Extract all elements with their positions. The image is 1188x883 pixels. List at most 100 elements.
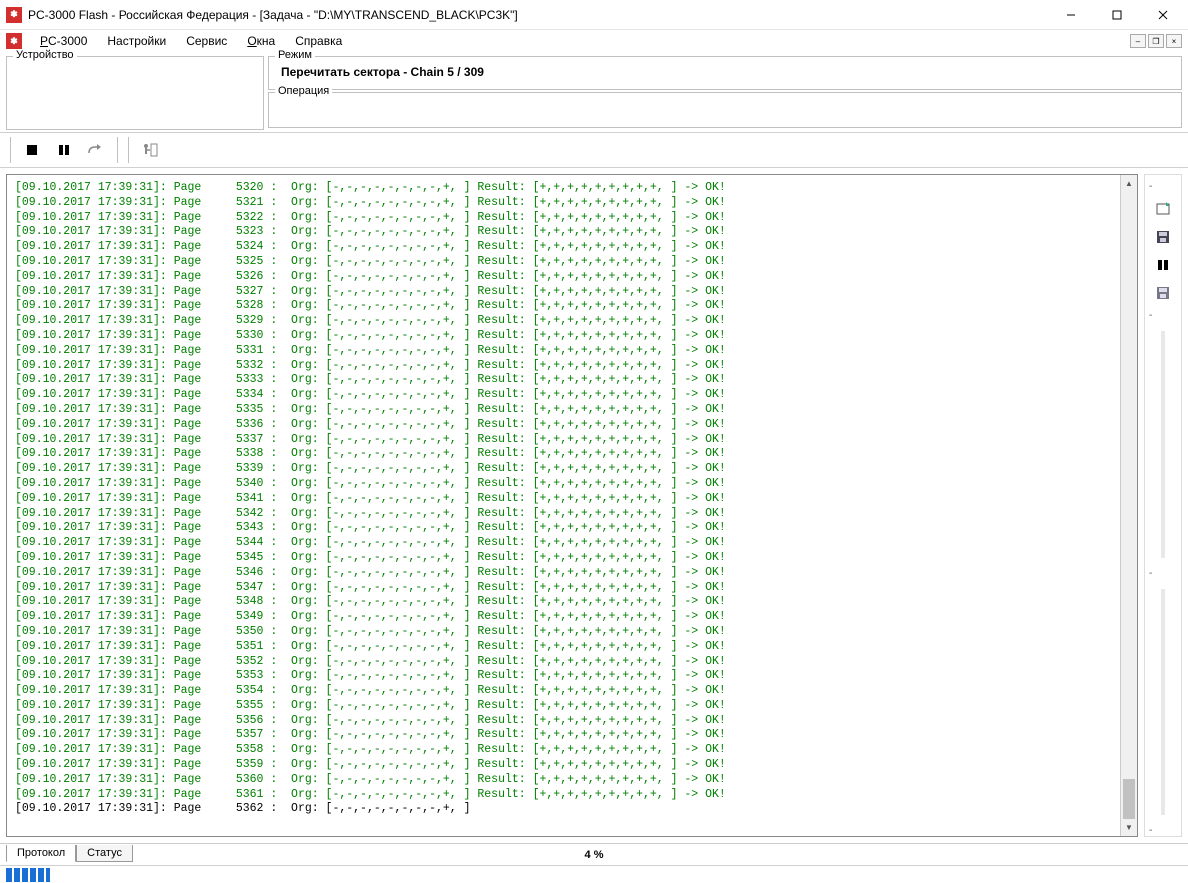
mdi-restore-button[interactable]: ❐ [1148,34,1164,48]
log-line: [09.10.2017 17:39:31]: Page 5347 : Org: … [15,581,1116,596]
mdi-controls: – ❐ × [1130,34,1182,48]
side-slider[interactable] [1161,589,1165,816]
window-title: PC-3000 Flash - Российская Федерация - [… [28,8,1048,22]
pause-button[interactable] [49,136,79,164]
mdi-close-button[interactable]: × [1166,34,1182,48]
toolbar-separator [117,137,118,163]
export-icon[interactable] [1152,198,1174,220]
log-line: [09.10.2017 17:39:31]: Page 5340 : Org: … [15,477,1116,492]
log-line: [09.10.2017 17:39:31]: Page 5323 : Org: … [15,225,1116,240]
log-line: [09.10.2017 17:39:31]: Page 5329 : Org: … [15,314,1116,329]
log-line: [09.10.2017 17:39:31]: Page 5350 : Org: … [15,625,1116,640]
log-line: [09.10.2017 17:39:31]: Page 5356 : Org: … [15,714,1116,729]
tab-protocol[interactable]: Протокол [6,845,76,862]
operation-panel: Операция [268,92,1182,128]
side-tick: - [1145,568,1181,579]
toolbar-separator [10,137,11,163]
log-line: [09.10.2017 17:39:31]: Page 5341 : Org: … [15,492,1116,507]
log-line: [09.10.2017 17:39:31]: Page 5335 : Org: … [15,403,1116,418]
window-controls [1048,1,1186,29]
side-slider[interactable] [1161,331,1165,558]
menu-windows[interactable]: Окна [237,32,285,50]
log-line: [09.10.2017 17:39:31]: Page 5355 : Org: … [15,699,1116,714]
log-line: [09.10.2017 17:39:31]: Page 5353 : Org: … [15,669,1116,684]
scroll-track[interactable] [1121,192,1137,819]
device-panel: Устройство [6,56,264,130]
menubar: ✽ PC-3000 Настройки Сервис Окна Справка … [0,30,1188,52]
log-line: [09.10.2017 17:39:31]: Page 5330 : Org: … [15,329,1116,344]
menu-service[interactable]: Сервис [176,32,237,50]
mode-text: Перечитать сектора - Chain 5 / 309 [277,63,1173,79]
log-line: [09.10.2017 17:39:31]: Page 5345 : Org: … [15,551,1116,566]
app-menu-icon: ✽ [6,33,22,49]
log-line: [09.10.2017 17:39:31]: Page 5325 : Org: … [15,255,1116,270]
log-line: [09.10.2017 17:39:31]: Page 5346 : Org: … [15,566,1116,581]
toolbar-separator [128,137,129,163]
menu-help[interactable]: Справка [285,32,352,50]
save-icon[interactable] [1152,226,1174,248]
app-icon: ✽ [6,7,22,23]
log-line: [09.10.2017 17:39:31]: Page 5322 : Org: … [15,211,1116,226]
mode-panel: Режим Перечитать сектора - Chain 5 / 309 [268,56,1182,90]
log-area: [09.10.2017 17:39:31]: Page 5320 : Org: … [6,174,1138,837]
log-line: [09.10.2017 17:39:31]: Page 5354 : Org: … [15,684,1116,699]
log-line: [09.10.2017 17:39:31]: Page 5339 : Org: … [15,462,1116,477]
side-toolbar: - - - - [1144,174,1182,837]
progress-percent: 4 % [585,849,604,861]
side-tick: - [1145,310,1181,321]
device-panel-label: Устройство [13,49,77,61]
scroll-down-button[interactable]: ▼ [1121,819,1137,836]
log-line: [09.10.2017 17:39:31]: Page 5320 : Org: … [15,181,1116,196]
minimize-button[interactable] [1048,1,1094,29]
log-line: [09.10.2017 17:39:31]: Page 5362 : Org: … [15,802,1116,817]
log-line: [09.10.2017 17:39:31]: Page 5344 : Org: … [15,536,1116,551]
maximize-button[interactable] [1094,1,1140,29]
menu-settings[interactable]: Настройки [97,32,176,50]
log-line: [09.10.2017 17:39:31]: Page 5326 : Org: … [15,270,1116,285]
log-line: [09.10.2017 17:39:31]: Page 5328 : Org: … [15,299,1116,314]
save-alt-icon[interactable] [1152,282,1174,304]
log-line: [09.10.2017 17:39:31]: Page 5342 : Org: … [15,507,1116,522]
log-line: [09.10.2017 17:39:31]: Page 5352 : Org: … [15,655,1116,670]
log-line: [09.10.2017 17:39:31]: Page 5327 : Org: … [15,285,1116,300]
log-line: [09.10.2017 17:39:31]: Page 5321 : Org: … [15,196,1116,211]
log-line: [09.10.2017 17:39:31]: Page 5337 : Org: … [15,433,1116,448]
scroll-up-button[interactable]: ▲ [1121,175,1137,192]
step-button[interactable] [81,136,111,164]
side-tick: - [1145,825,1181,836]
log-line: [09.10.2017 17:39:31]: Page 5359 : Org: … [15,758,1116,773]
side-tick: - [1145,181,1181,192]
close-button[interactable] [1140,1,1186,29]
menu-pc3000[interactable]: PC-3000 [30,32,97,50]
bottom-tabs: Протокол Статус 4 % [0,843,1188,865]
log-body[interactable]: [09.10.2017 17:39:31]: Page 5320 : Org: … [7,175,1120,836]
log-line: [09.10.2017 17:39:31]: Page 5358 : Org: … [15,743,1116,758]
operation-panel-label: Операция [275,85,332,97]
info-panels: Устройство Режим Перечитать сектора - Ch… [0,52,1188,132]
pause-side-icon[interactable] [1152,254,1174,276]
stop-button[interactable] [17,136,47,164]
statusbar [0,865,1188,883]
scroll-thumb[interactable] [1123,779,1135,819]
log-line: [09.10.2017 17:39:31]: Page 5324 : Org: … [15,240,1116,255]
log-scrollbar[interactable]: ▲ ▼ [1120,175,1137,836]
exit-button[interactable] [135,136,165,164]
log-line: [09.10.2017 17:39:31]: Page 5333 : Org: … [15,373,1116,388]
log-line: [09.10.2017 17:39:31]: Page 5349 : Org: … [15,610,1116,625]
mdi-minimize-button[interactable]: – [1130,34,1146,48]
log-line: [09.10.2017 17:39:31]: Page 5343 : Org: … [15,521,1116,536]
titlebar: ✽ PC-3000 Flash - Российская Федерация -… [0,0,1188,30]
log-line: [09.10.2017 17:39:31]: Page 5331 : Org: … [15,344,1116,359]
mode-panel-label: Режим [275,49,315,61]
log-line: [09.10.2017 17:39:31]: Page 5336 : Org: … [15,418,1116,433]
log-line: [09.10.2017 17:39:31]: Page 5332 : Org: … [15,359,1116,374]
log-line: [09.10.2017 17:39:31]: Page 5351 : Org: … [15,640,1116,655]
log-line: [09.10.2017 17:39:31]: Page 5361 : Org: … [15,788,1116,803]
log-line: [09.10.2017 17:39:31]: Page 5360 : Org: … [15,773,1116,788]
tab-status[interactable]: Статус [76,845,133,862]
toolbar [0,132,1188,168]
log-line: [09.10.2017 17:39:31]: Page 5338 : Org: … [15,447,1116,462]
log-line: [09.10.2017 17:39:31]: Page 5334 : Org: … [15,388,1116,403]
log-line: [09.10.2017 17:39:31]: Page 5348 : Org: … [15,595,1116,610]
progress-bar [6,868,116,882]
